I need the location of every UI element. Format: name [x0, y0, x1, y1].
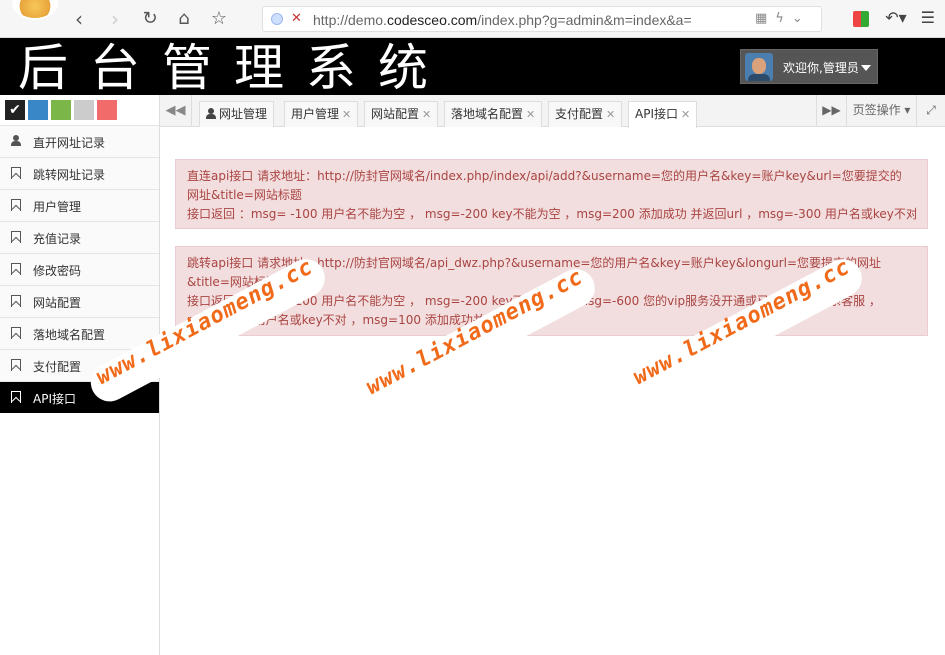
close-icon[interactable]: ✕ — [606, 108, 615, 121]
theme-swatch-red[interactable] — [97, 100, 117, 120]
url-text[interactable]: http://demo.codesceo.com/index.php?g=adm… — [313, 12, 743, 28]
theme-swatch-gray[interactable] — [74, 100, 94, 120]
sidebar-item-label: 网站配置 — [33, 296, 82, 310]
tab-scroll-left-icon[interactable]: ◀◀ — [160, 95, 192, 126]
browser-logo-icon — [12, 0, 58, 20]
theme-swatches: ✔ — [0, 95, 159, 125]
bookmark-icon — [11, 327, 21, 339]
close-icon[interactable]: ✕ — [342, 108, 351, 121]
menu-icon[interactable]: ☰ — [921, 8, 935, 27]
sidebar-item-label: 落地域名配置 — [33, 328, 106, 342]
shield-icon — [271, 13, 283, 25]
fullscreen-icon[interactable]: ⤢ — [916, 95, 945, 126]
caret-down-icon — [861, 65, 871, 71]
theme-swatch-green[interactable] — [51, 100, 71, 120]
tab-landing-domain[interactable]: 落地域名配置 ✕ — [444, 101, 543, 127]
back-icon[interactable]: ‹ — [68, 8, 90, 30]
alert-line: 直连api接口 请求地址：http://防封官网域名/index.php/ind… — [187, 169, 902, 183]
sidebar-item-label: 充值记录 — [33, 232, 82, 246]
forward-icon[interactable]: › — [104, 8, 126, 30]
avatar — [745, 53, 773, 81]
bookmark-icon — [11, 167, 21, 179]
tab-bar: ◀◀ 网址管理 用户管理 ✕ 网站配置 ✕ 落地域名配置 ✕ 支付配置 ✕ API接口 ✕… — [160, 95, 945, 128]
apps-icon[interactable] — [853, 10, 870, 27]
bookmark-icon — [11, 359, 21, 371]
browser-toolbar: ‹ › ↻ ⌂ ☆ ✕ http://demo.codesceo.com/ind… — [0, 0, 945, 38]
address-bar[interactable]: ✕ http://demo.codesceo.com/index.php?g=a… — [262, 6, 822, 32]
tab-url-management[interactable]: 网址管理 — [199, 101, 275, 127]
theme-swatch-dark[interactable]: ✔ — [5, 100, 25, 120]
sidebar-item-label: 用户管理 — [33, 200, 82, 214]
close-icon[interactable]: ✕ — [681, 108, 690, 121]
tab-payment[interactable]: 支付配置 ✕ — [548, 101, 623, 127]
tab-label: 网址管理 — [219, 107, 268, 121]
user-menu[interactable]: 欢迎你,管理员 — [740, 49, 878, 84]
theme-swatch-blue[interactable] — [28, 100, 48, 120]
sidebar-item-label: 支付配置 — [33, 360, 82, 374]
url-prefix: http://demo. — [313, 12, 387, 28]
tab-label: 用户管理 — [291, 107, 340, 121]
tab-api[interactable]: API接口 ✕ — [628, 101, 698, 128]
tab-label: 网站配置 — [371, 107, 420, 121]
page-actions-dropdown[interactable]: 页签操作 ▾ — [846, 95, 916, 126]
undo-icon[interactable]: ↶▾ — [885, 8, 906, 27]
bookmark-icon — [11, 199, 21, 211]
sidebar-item-password[interactable]: 修改密码 — [0, 253, 159, 285]
alert-line: 接口返回 ：msg= -100 用户名不能为空 ， msg=-200 key不能… — [187, 207, 916, 221]
sidebar-item-direct-records[interactable]: 直开网址记录 — [0, 125, 159, 157]
app-header: 后台管理系统 欢迎你,管理员 — [0, 38, 945, 97]
url-path: /index.php?g=admin&m=index&a= — [477, 12, 692, 28]
tab-users[interactable]: 用户管理 ✕ — [284, 101, 359, 127]
reload-icon[interactable]: ↻ — [139, 8, 161, 30]
tab-label: 落地域名配置 — [451, 107, 524, 121]
sidebar-item-label: 跳转网址记录 — [33, 168, 106, 182]
home-icon[interactable]: ⌂ — [173, 8, 195, 30]
user-icon — [206, 108, 216, 119]
direct-api-info: 直连api接口 请求地址：http://防封官网域名/index.php/ind… — [175, 159, 928, 229]
app-title: 后台管理系统 — [18, 39, 450, 97]
bookmark-icon — [11, 391, 21, 403]
close-icon[interactable]: ✕ — [526, 108, 535, 121]
sidebar-item-label: 直开网址记录 — [33, 136, 106, 150]
sidebar-item-label: 修改密码 — [33, 264, 82, 278]
tab-site-config[interactable]: 网站配置 ✕ — [364, 101, 439, 127]
sidebar-item-label: API接口 — [33, 392, 76, 406]
user-icon — [11, 135, 21, 147]
alert-line: 网址&title=网站标题 — [187, 188, 302, 202]
window-tools: ↶▾ ☰ — [853, 8, 935, 27]
star-icon[interactable]: ☆ — [208, 8, 230, 30]
bookmark-icon — [11, 231, 21, 243]
close-icon[interactable]: ✕ — [422, 108, 431, 121]
welcome-label: 欢迎你,管理员 — [783, 61, 859, 75]
url-domain: codesceo.com — [386, 12, 478, 28]
sidebar-item-users[interactable]: 用户管理 — [0, 189, 159, 221]
address-tools-icon[interactable]: ▦ϟ⌄ — [755, 11, 811, 26]
tab-scroll-right-icon[interactable]: ▶▶ — [816, 95, 846, 126]
tab-label: 支付配置 — [555, 107, 604, 121]
tab-label: API接口 — [635, 107, 678, 121]
sidebar-item-site-config[interactable]: 网站配置 — [0, 285, 159, 317]
bookmark-icon — [11, 263, 21, 275]
insecure-icon[interactable]: ✕ — [291, 11, 302, 26]
sidebar-item-recharge[interactable]: 充值记录 — [0, 221, 159, 253]
page-actions-label: 页签操作 — [852, 103, 901, 117]
sidebar-item-redirect-records[interactable]: 跳转网址记录 — [0, 157, 159, 189]
bookmark-icon — [11, 295, 21, 307]
